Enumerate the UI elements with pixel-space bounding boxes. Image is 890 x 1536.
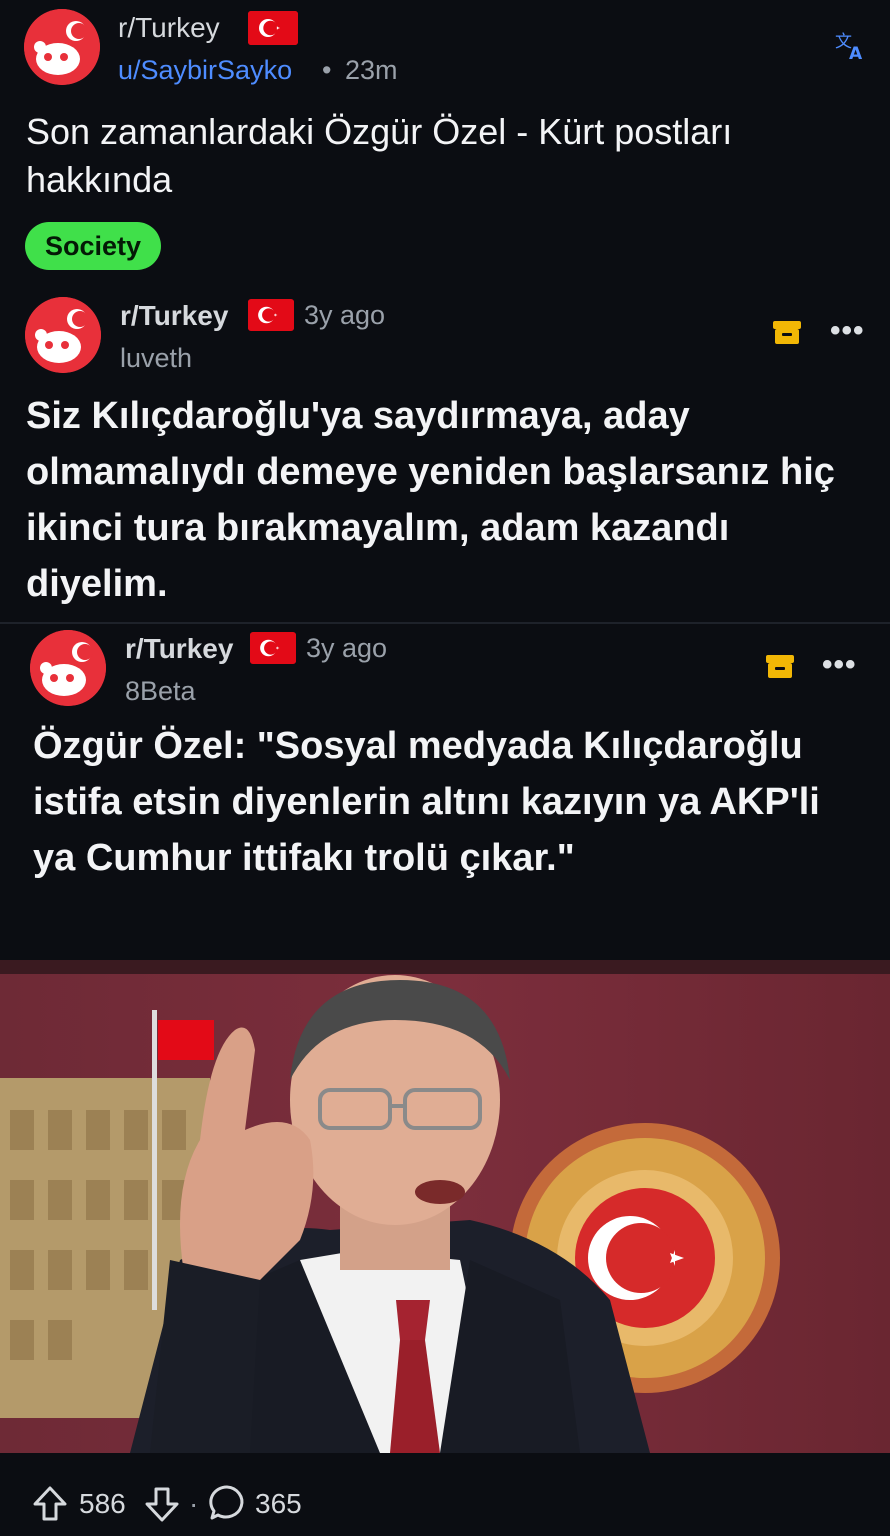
crosspost-1-author[interactable]: luveth bbox=[120, 343, 192, 374]
crosspost-2-title[interactable]: Özgür Özel: "Sosyal medyada Kılıçdaroğlu… bbox=[33, 718, 863, 886]
action-separator: · bbox=[189, 1488, 199, 1519]
snoo-icon bbox=[30, 630, 106, 706]
turkey-flag-icon bbox=[250, 632, 296, 664]
archive-icon[interactable] bbox=[772, 318, 802, 351]
archive-icon[interactable] bbox=[765, 652, 795, 685]
subreddit-avatar[interactable] bbox=[24, 9, 100, 85]
crosspost-1-subreddit[interactable]: r/Turkey bbox=[120, 300, 228, 332]
crosspost-2-avatar[interactable] bbox=[30, 630, 106, 706]
politician-photo bbox=[0, 960, 890, 1453]
comment-bubble-icon[interactable] bbox=[208, 1484, 246, 1527]
translate-icon[interactable]: 文 A bbox=[834, 30, 866, 67]
meta-separator: • bbox=[322, 55, 332, 85]
more-options-icon[interactable]: ••• bbox=[822, 648, 857, 682]
upvote-arrow-icon[interactable] bbox=[33, 1486, 67, 1527]
snoo-icon bbox=[25, 297, 101, 373]
crosspost-2-author[interactable]: 8Beta bbox=[125, 676, 196, 707]
svg-text:A: A bbox=[849, 44, 863, 62]
crosspost-1-title[interactable]: Siz Kılıçdaroğlu'ya saydırmaya, aday olm… bbox=[26, 388, 866, 612]
more-options-icon[interactable]: ••• bbox=[830, 314, 865, 348]
comment-count: 365 bbox=[255, 1488, 302, 1519]
post-title[interactable]: Son zamanlardaki Özgür Özel - Kürt postl… bbox=[26, 108, 846, 204]
crosspost-2-subreddit[interactable]: r/Turkey bbox=[125, 633, 233, 665]
post-image[interactable] bbox=[0, 960, 890, 1453]
divider bbox=[0, 622, 890, 624]
turkey-flag-icon bbox=[248, 299, 294, 331]
post-time: 23m bbox=[345, 55, 398, 85]
crosspost-2-time: 3y ago bbox=[306, 633, 388, 663]
snoo-icon bbox=[24, 9, 100, 85]
flair-badge[interactable]: Society bbox=[25, 222, 162, 270]
crosspost-1-time: 3y ago bbox=[304, 300, 386, 330]
turkey-flag-icon bbox=[248, 11, 298, 45]
downvote-arrow-icon[interactable] bbox=[145, 1486, 179, 1527]
crosspost-1-avatar[interactable] bbox=[25, 297, 101, 373]
subreddit-name[interactable]: r/Turkey bbox=[118, 12, 220, 44]
upvote-count: 586 bbox=[79, 1488, 126, 1519]
post-author[interactable]: u/SaybirSayko bbox=[118, 55, 292, 86]
post-action-bar: 586 · 365 bbox=[0, 1468, 890, 1536]
